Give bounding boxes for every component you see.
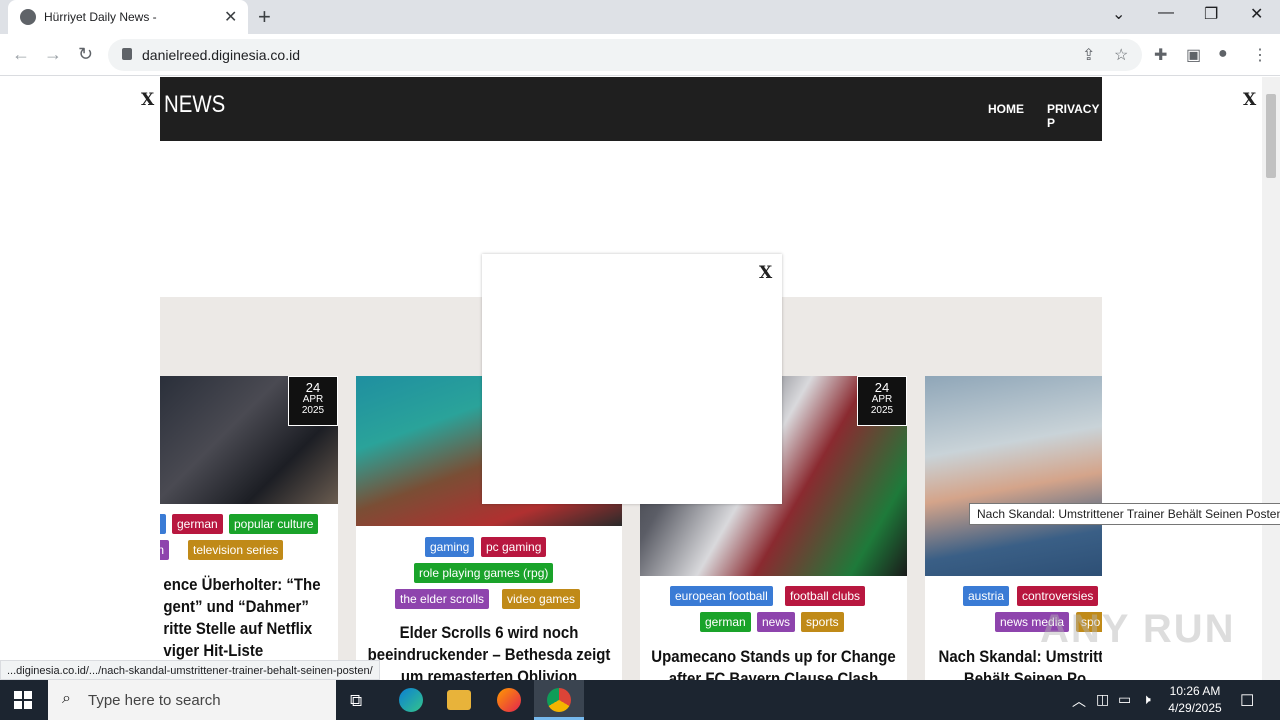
task-view-icon[interactable]: ⧉ [350,691,362,711]
tag[interactable]: television series [188,540,284,560]
article-card[interactable]: 24 APR 2025 german popular culture ion t… [160,376,338,680]
extensions-icon[interactable]: ✚ [1154,45,1167,65]
tag[interactable]: austria [963,586,1010,606]
tag[interactable]: football clubs [785,586,866,606]
menu-kebab-icon[interactable]: ⋮ [1252,45,1268,65]
back-arrow-icon[interactable]: ← [12,44,30,65]
lock-icon [122,48,132,60]
firefox-icon[interactable] [497,688,521,712]
tab-close-icon[interactable]: ✕ [224,7,237,27]
search-icon: ⌕ [62,690,71,707]
scrollbar-thumb[interactable] [1266,94,1276,178]
file-explorer-icon[interactable] [447,690,471,710]
restore-button[interactable]: ❐ [1204,4,1218,24]
tab-title: Hürriyet Daily News - [44,10,157,24]
left-panel-close-button[interactable]: X [141,90,154,110]
status-bar-url: ...diginesia.co.id/.../nach-skandal-umst… [0,660,380,680]
globe-icon [20,9,36,25]
chrome-icon [547,688,571,712]
popup-ad: X [482,254,782,504]
tag[interactable]: popular culture [229,514,319,534]
tag[interactable]: german [700,612,751,632]
tag[interactable]: european football [670,586,773,606]
nav-privacy[interactable]: PRIVACY P [1047,102,1102,130]
browser-toolbar: ← → ↻ danielreed.diginesia.co.id ⇪ ☆ ✚ ▣… [0,34,1280,76]
volume-icon[interactable]: 🕨 [1142,691,1151,708]
reload-icon[interactable]: ↻ [78,44,93,65]
bookmark-star-icon[interactable]: ☆ [1114,45,1128,65]
search-placeholder: Type here to search [88,692,221,709]
article-image[interactable] [925,376,1102,576]
close-window-button[interactable]: ✕ [1250,4,1263,24]
nav-home[interactable]: HOME [988,102,1024,116]
side-panel-icon[interactable]: ▣ [1186,45,1201,65]
windows-start-icon[interactable] [14,691,32,709]
tray-chevron-icon[interactable]: ︿ [1072,691,1086,711]
tag[interactable]: sports [801,612,844,632]
tag[interactable]: video games [502,589,581,609]
url-text[interactable]: danielreed.diginesia.co.id [142,47,300,63]
left-ad-panel: X [0,77,160,680]
taskbar-clock[interactable]: 10:26 AM 4/29/2025 [1160,683,1230,717]
tag[interactable]: german [172,514,223,534]
tag[interactable]: news [757,612,796,632]
tab-search-icon[interactable]: ⌄ [1112,4,1125,24]
article-title[interactable]: Upamecano Stands up for Change after FC … [647,646,900,680]
tag[interactable] [160,514,166,534]
popup-close-button[interactable]: X [759,263,772,283]
tag[interactable]: controversies [1017,586,1099,606]
tray-app-icon[interactable]: ◫ [1096,691,1109,708]
tag[interactable]: the elder scrolls [395,589,490,609]
chrome-taskbar-item[interactable] [534,680,584,720]
notifications-icon[interactable]: ☐ [1240,691,1254,711]
date-badge: 24 APR 2025 [288,376,338,426]
forward-arrow-icon[interactable]: → [44,44,62,65]
watermark-logo: ANY RUN [1040,607,1236,651]
browser-tab[interactable]: Hürriyet Daily News - ✕ [8,0,248,34]
edge-icon[interactable] [399,688,423,712]
tag[interactable]: gaming [425,537,475,557]
link-tooltip: Nach Skandal: Umstrittener Trainer Behäl… [969,503,1280,525]
address-bar[interactable]: danielreed.diginesia.co.id [108,39,1142,71]
taskbar: ⌕ Type here to search ⧉ ︿ ◫ ▭ 🕨 10:26 AM… [0,680,1280,720]
taskbar-search-box[interactable]: ⌕ Type here to search [48,680,336,720]
page-scrollbar[interactable] [1262,77,1280,680]
site-header: NEWS HOME PRIVACY P [160,77,1102,141]
new-tab-button[interactable]: + [258,4,271,30]
share-icon[interactable]: ⇪ [1082,45,1095,65]
right-panel-close-button[interactable]: X [1243,90,1256,110]
article-title[interactable]: Elder Scrolls 6 wird noch beeindruckende… [363,622,615,680]
tag[interactable]: pc gaming [481,537,547,557]
tag[interactable]: role playing games (rpg) [414,563,554,583]
web-page: NEWS HOME PRIVACY P 24 APR 2025 german p… [0,77,1280,680]
article-title[interactable]: ence Überholter: “The gent” und “Dahmer”… [163,574,330,662]
network-icon[interactable]: ▭ [1118,691,1131,708]
tag[interactable]: ion [160,540,170,560]
date-badge: 24 APR 2025 [857,376,907,426]
browser-tab-bar: Hürriyet Daily News - ✕ + ⌄ — ❐ ✕ [0,0,1280,34]
site-logo[interactable]: NEWS [164,91,225,119]
right-ad-panel: X [1102,77,1262,680]
profile-avatar-icon[interactable]: ● [1218,45,1228,63]
minimize-button[interactable]: — [1158,4,1174,22]
